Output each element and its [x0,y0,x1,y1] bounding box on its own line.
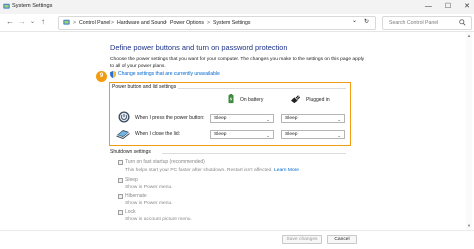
cancel-button[interactable]: Cancel [327,235,357,244]
divider [162,153,346,154]
breadcrumb-power-options[interactable]: Power Options [170,20,204,27]
search-placeholder: Search Control Panel [389,20,439,26]
breadcrumb-separator: > [111,20,115,26]
control-panel-icon [63,19,70,25]
sleep-checkbox[interactable] [118,178,123,183]
footer-divider [0,230,474,231]
power-lid-group-label: Power button and lid settings [112,84,177,90]
battery-icon [228,94,234,104]
lock-description: Show in account picture menu. [125,217,192,222]
plug-icon [291,95,301,104]
forward-arrow-icon[interactable]: → [18,17,26,27]
lock-label: Lock [125,209,136,215]
shutdown-settings-label: Shutdown settings [110,149,151,155]
fast-startup-description: This helps start your PC faster after sh… [125,168,300,173]
hibernate-checkbox[interactable] [118,194,123,199]
hibernate-description: Show in Power menu. [125,201,173,206]
power-button-on-battery-select[interactable]: Sleep ⌄ [210,114,274,123]
select-value: Sleep [214,132,227,137]
control-panel-icon [3,3,10,9]
maximize-button[interactable]: ☐ [445,1,451,12]
chevron-down-icon: ⌄ [266,133,270,138]
search-input[interactable]: Search Control Panel [382,16,472,30]
power-button-label: When I press the power button: [135,115,205,121]
breadcrumb-control-panel[interactable]: Control Panel [79,20,110,27]
power-button-icon [118,111,130,123]
select-value: Sleep [285,132,298,137]
title-bar: System Settings — ☐ ✕ [0,0,474,14]
breadcrumb-separator: > [207,20,211,26]
chevron-down-icon: ⌄ [337,117,341,122]
window-title: System Settings [12,3,53,9]
chevron-down-icon: ⌄ [337,133,341,138]
learn-more-link[interactable]: Learn More [274,168,299,173]
column-on-battery: On battery [240,97,264,103]
up-arrow-icon[interactable]: ↑ [41,17,45,27]
address-field[interactable]: > Control Panel > Hardware and Sound > P… [58,16,376,30]
scrollbar[interactable] [466,32,472,230]
breadcrumb-separator: > [164,20,168,26]
hibernate-label: Hibernate [125,193,147,199]
refresh-icon[interactable]: ↻ [364,19,369,26]
minimize-button[interactable]: — [425,1,432,12]
address-bar: ← → ⌄ ↑ > Control Panel > Hardware and S… [0,14,474,32]
power-button-plugged-in-select[interactable]: Sleep ⌄ [281,114,345,123]
fast-startup-checkbox[interactable] [118,160,123,165]
close-lid-on-battery-select[interactable]: Sleep ⌄ [210,130,274,139]
select-value: Sleep [214,116,227,121]
sleep-description: Show in Power menu. [125,185,173,190]
address-dropdown-icon[interactable]: ⌄ [352,18,357,25]
sleep-label: Sleep [125,177,138,183]
breadcrumb-hardware-and-sound[interactable]: Hardware and Sound [117,20,166,27]
page-title: Define power buttons and turn on passwor… [110,43,288,52]
uac-shield-icon [110,71,116,78]
divider [178,88,346,89]
scroll-down-icon[interactable]: ▼ [466,223,472,228]
step-badge: 9 [96,71,107,82]
back-arrow-icon[interactable]: ← [6,17,14,27]
close-button[interactable]: ✕ [464,1,470,12]
select-value: Sleep [285,116,298,121]
window-controls: — ☐ ✕ [425,1,470,12]
scroll-up-icon[interactable]: ▲ [466,33,472,38]
laptop-lid-icon [116,130,130,139]
breadcrumb-separator: > [73,20,77,26]
lock-checkbox[interactable] [118,210,123,215]
close-lid-label: When I close the lid: [135,131,181,137]
save-changes-button[interactable]: Save changes [282,235,322,244]
change-unavailable-settings-link[interactable]: Change settings that are currently unava… [118,71,220,78]
search-icon[interactable] [459,19,466,26]
breadcrumb-system-settings[interactable]: System Settings [213,20,250,27]
fast-startup-label: Turn on fast startup (recommended) [125,159,205,165]
chevron-down-icon: ⌄ [266,117,270,122]
close-lid-plugged-in-select[interactable]: Sleep ⌄ [281,130,345,139]
column-plugged-in: Plugged in [306,97,330,103]
recent-locations-icon[interactable]: ⌄ [30,17,35,27]
page-description: Choose the power settings that you want … [110,57,365,69]
